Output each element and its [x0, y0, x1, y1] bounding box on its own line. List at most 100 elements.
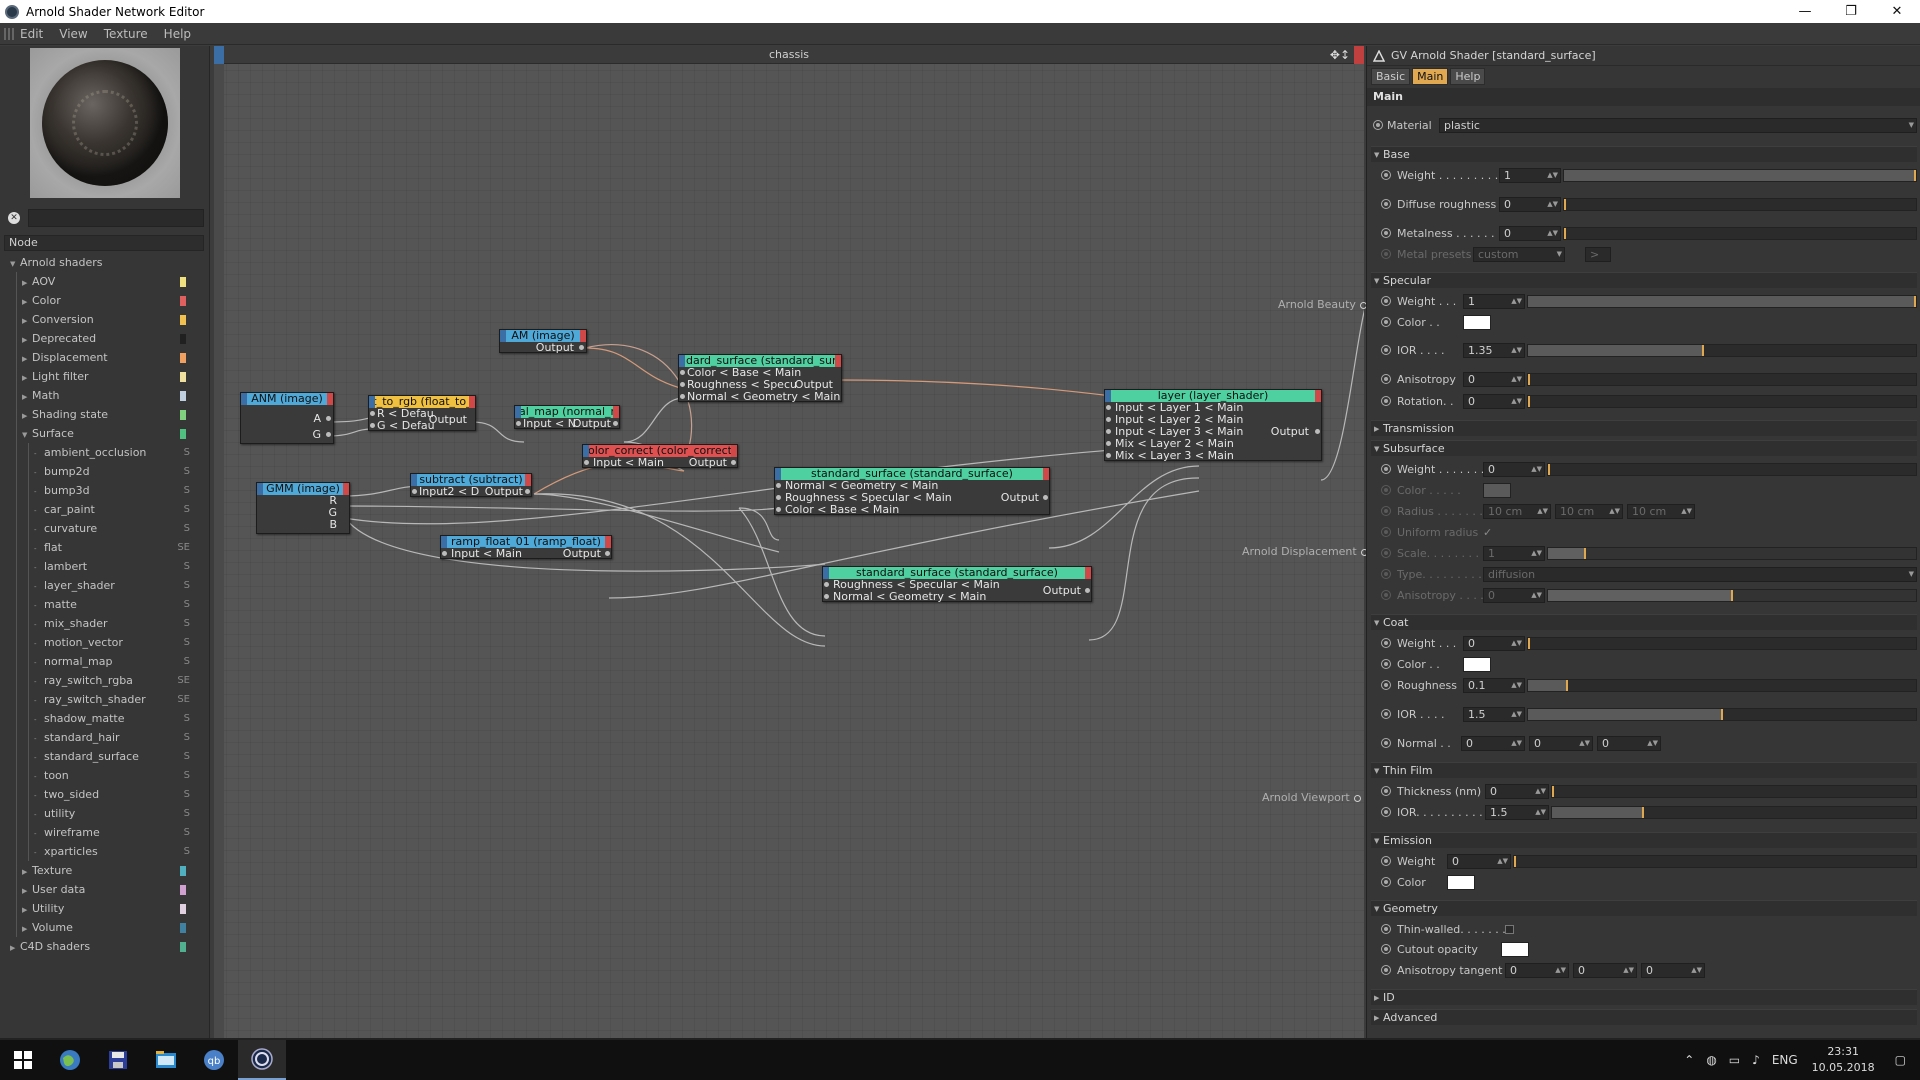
animate-radio[interactable] — [1381, 345, 1391, 355]
animate-radio[interactable] — [1381, 638, 1391, 648]
section-thin-film[interactable]: Thin Film — [1371, 762, 1917, 779]
input-port[interactable] — [680, 370, 685, 375]
cutout-opacity-swatch[interactable] — [1501, 942, 1529, 957]
spec-rotation-slider[interactable] — [1527, 395, 1917, 408]
input-port[interactable] — [680, 382, 685, 387]
section-coat[interactable]: Coat — [1371, 614, 1917, 631]
taskbar-save-app[interactable] — [94, 1040, 142, 1080]
thin-walled-checkbox[interactable] — [1505, 925, 1514, 934]
tree-item[interactable]: - utility S — [4, 804, 204, 823]
sss-color-swatch[interactable] — [1483, 483, 1511, 498]
node-float-to-rgb[interactable]: t_to_rgb (float_to_ R < Defau G < Defau … — [368, 395, 476, 432]
spinner-icon[interactable]: ▲▼ — [1511, 637, 1522, 650]
output-port[interactable] — [525, 489, 530, 494]
output-port[interactable] — [1315, 429, 1320, 434]
section-transmission[interactable]: Transmission — [1371, 420, 1917, 437]
metal-presets-apply-button[interactable]: > — [1585, 247, 1611, 262]
input-port[interactable] — [1106, 429, 1111, 434]
tree-item[interactable]: - curvature S — [4, 519, 204, 538]
coat-ior-slider[interactable] — [1527, 708, 1917, 721]
base-weight-slider[interactable] — [1563, 169, 1917, 182]
node-header[interactable]: ANM (image) — [241, 393, 333, 405]
metalness-field[interactable]: 0 ▲▼ — [1499, 226, 1561, 241]
input-port[interactable] — [516, 421, 521, 426]
tree-item[interactable]: ▶ C4D shaders — [4, 937, 204, 956]
base-weight-field[interactable]: 1 ▲▼ — [1499, 168, 1561, 183]
animate-radio[interactable] — [1381, 856, 1391, 866]
tree-item[interactable]: - motion_vector S — [4, 633, 204, 652]
spinner-icon[interactable]: ▲▼ — [1547, 227, 1558, 240]
anisotropy-tangent-z[interactable]: 0 ▲▼ — [1641, 963, 1705, 978]
tree-item[interactable]: - bump2d S — [4, 462, 204, 481]
maximize-button[interactable]: ❐ — [1828, 0, 1874, 23]
tree-item[interactable]: - flat SE — [4, 538, 204, 557]
notifications-icon[interactable]: ▢ — [1895, 1053, 1906, 1067]
material-select[interactable]: plastic ▼ — [1439, 118, 1917, 133]
sss-radius-y[interactable]: 10 cm ▲▼ — [1555, 504, 1623, 519]
output-port[interactable] — [731, 460, 736, 465]
input-port[interactable] — [776, 483, 781, 488]
animate-radio[interactable] — [1381, 709, 1391, 719]
spinner-icon[interactable]: ▲▼ — [1511, 344, 1522, 357]
animate-radio[interactable] — [1381, 877, 1391, 887]
sss-weight-field[interactable]: 0 ▲▼ — [1483, 462, 1545, 477]
output-port[interactable] — [605, 551, 610, 556]
tree-item[interactable]: - ambient_occlusion S — [4, 443, 204, 462]
chevron-up-icon[interactable]: ⌃ — [1684, 1053, 1694, 1067]
coat-normal-x[interactable]: 0 ▲▼ — [1461, 736, 1525, 751]
input-port[interactable] — [1106, 441, 1111, 446]
sss-scale-slider[interactable] — [1547, 547, 1917, 560]
animate-radio[interactable] — [1381, 170, 1391, 180]
coat-ior-field[interactable]: 1.5 ▲▼ — [1463, 707, 1525, 722]
animate-radio[interactable] — [1381, 317, 1391, 327]
minimize-button[interactable]: — — [1782, 0, 1828, 23]
output-port[interactable] — [613, 421, 618, 426]
output-port[interactable] — [1353, 794, 1361, 802]
spinner-icon[interactable]: ▲▼ — [1623, 964, 1634, 977]
animate-radio[interactable] — [1381, 924, 1391, 934]
animate-radio[interactable] — [1381, 396, 1391, 406]
animate-radio[interactable] — [1381, 680, 1391, 690]
spinner-icon[interactable]: ▲▼ — [1537, 505, 1548, 518]
spinner-icon[interactable]: ▲▼ — [1511, 373, 1522, 386]
animate-radio[interactable] — [1381, 965, 1391, 975]
language-indicator[interactable]: ENG — [1772, 1053, 1798, 1067]
tree-item[interactable]: - lambert S — [4, 557, 204, 576]
animate-radio[interactable] — [1381, 786, 1391, 796]
tree-item[interactable]: - standard_surface S — [4, 747, 204, 766]
animate-radio[interactable] — [1381, 569, 1391, 579]
sss-radius-z[interactable]: 10 cm ▲▼ — [1627, 504, 1695, 519]
spec-anisotropy-slider[interactable] — [1527, 373, 1917, 386]
tree-item[interactable]: ▶ Displacement — [4, 348, 204, 367]
node-layer-shader[interactable]: layer (layer_shader) Input < Layer 1 < M… — [1104, 389, 1322, 462]
tree-item[interactable]: ▶ Math — [4, 386, 204, 405]
spinner-icon[interactable]: ▲▼ — [1535, 785, 1546, 798]
thin-film-ior-field[interactable]: 1.5 ▲▼ — [1485, 805, 1549, 820]
output-port[interactable] — [579, 345, 584, 350]
tree-item[interactable]: - xparticles S — [4, 842, 204, 861]
input-port[interactable] — [442, 551, 447, 556]
animate-radio[interactable] — [1381, 527, 1391, 537]
tree-item[interactable]: ▶ Volume — [4, 918, 204, 937]
sss-scale-field[interactable]: 1 ▲▼ — [1483, 546, 1545, 561]
taskbar-cinema4d[interactable] — [238, 1040, 286, 1080]
spec-ior-field[interactable]: 1.35 ▲▼ — [1463, 343, 1525, 358]
tree-item[interactable]: - ray_switch_rgba SE — [4, 671, 204, 690]
menu-texture[interactable]: Texture — [104, 27, 148, 41]
menu-help[interactable]: Help — [164, 27, 191, 41]
tree-item[interactable]: - shadow_matte S — [4, 709, 204, 728]
tree-item[interactable]: ▶ User data — [4, 880, 204, 899]
animate-radio[interactable] — [1381, 506, 1391, 516]
sss-type-select[interactable]: diffusion ▼ — [1483, 567, 1917, 582]
section-advanced[interactable]: Advanced — [1371, 1009, 1917, 1026]
animate-radio[interactable] — [1381, 485, 1391, 495]
spec-weight-slider[interactable] — [1527, 295, 1917, 308]
tree-item[interactable]: ▼ Surface — [4, 424, 204, 443]
spinner-icon[interactable]: ▲▼ — [1547, 169, 1558, 182]
metal-presets-select[interactable]: custom ▼ — [1473, 247, 1565, 262]
uniform-radius-checkbox[interactable]: ✓ — [1483, 524, 1492, 541]
coat-normal-y[interactable]: 0 ▲▼ — [1529, 736, 1593, 751]
section-base[interactable]: Base — [1371, 146, 1917, 163]
output-port[interactable] — [326, 416, 331, 421]
node-ramp-float[interactable]: ramp_float_01 (ramp_float) Input < Main … — [440, 535, 612, 560]
